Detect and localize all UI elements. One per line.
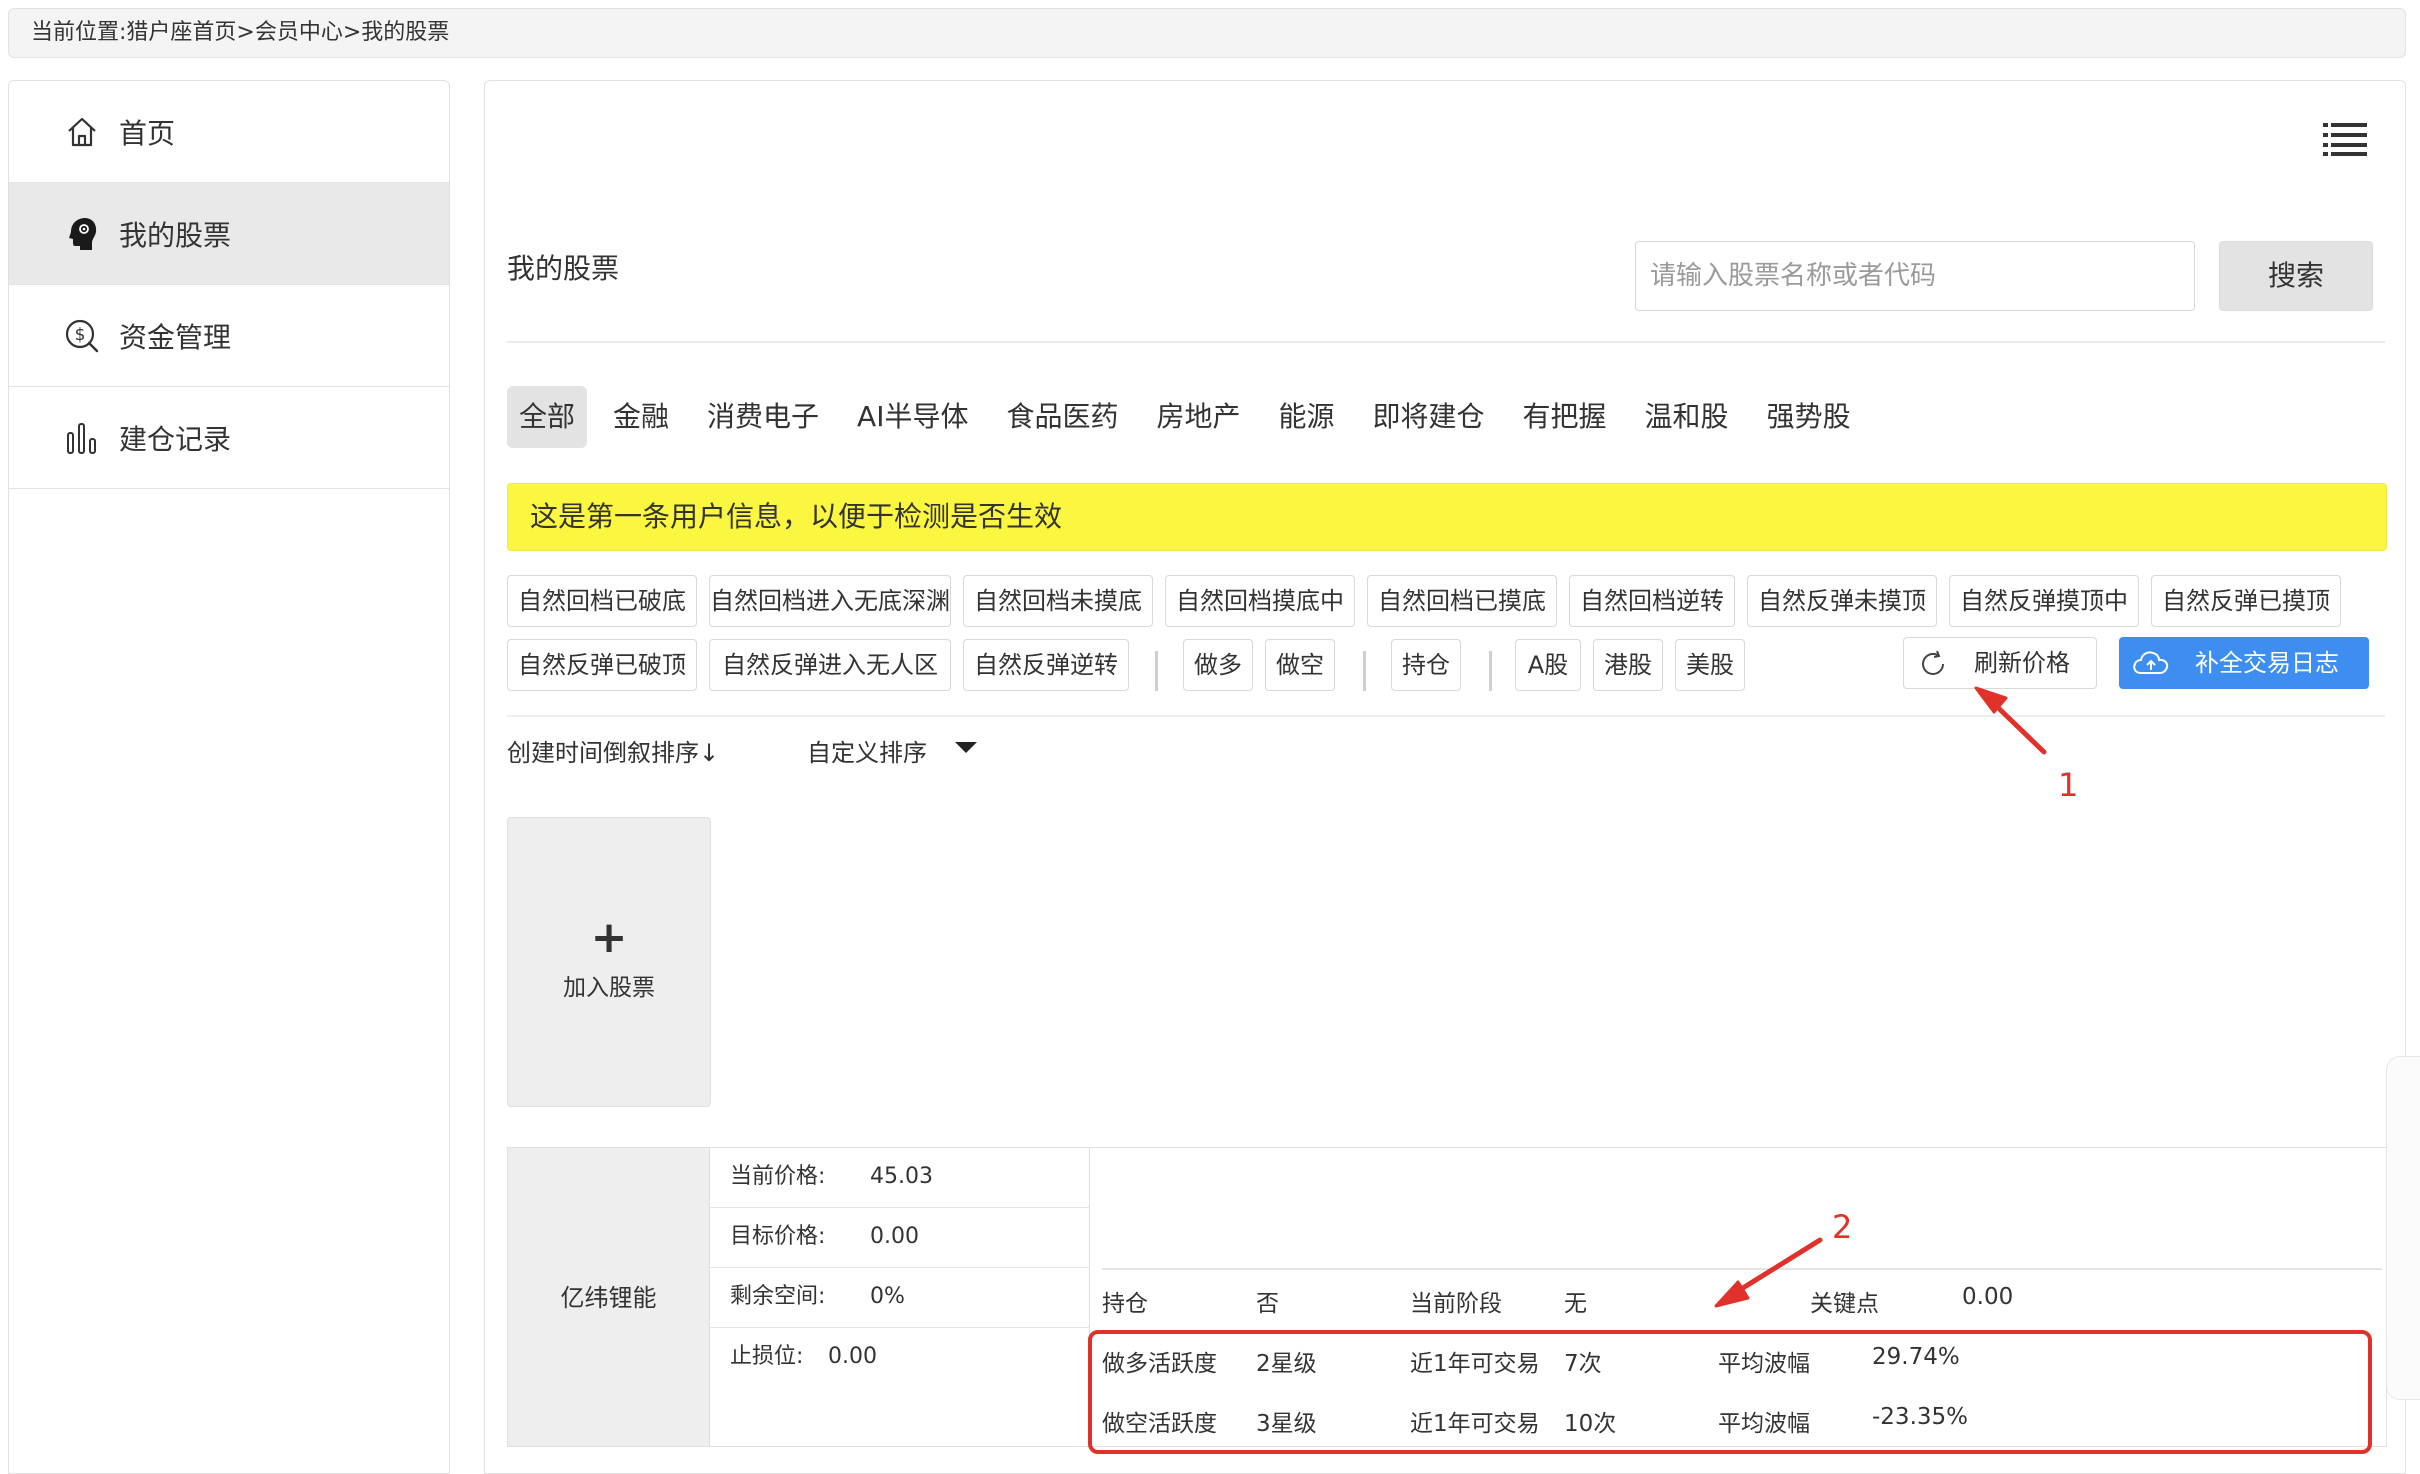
annotation-highlight-box — [1088, 1330, 2372, 1454]
annotation-number: 1 — [2058, 766, 2079, 804]
annotation-number: 2 — [1832, 1208, 1853, 1246]
annotation-arrows — [1714, 686, 2047, 1308]
